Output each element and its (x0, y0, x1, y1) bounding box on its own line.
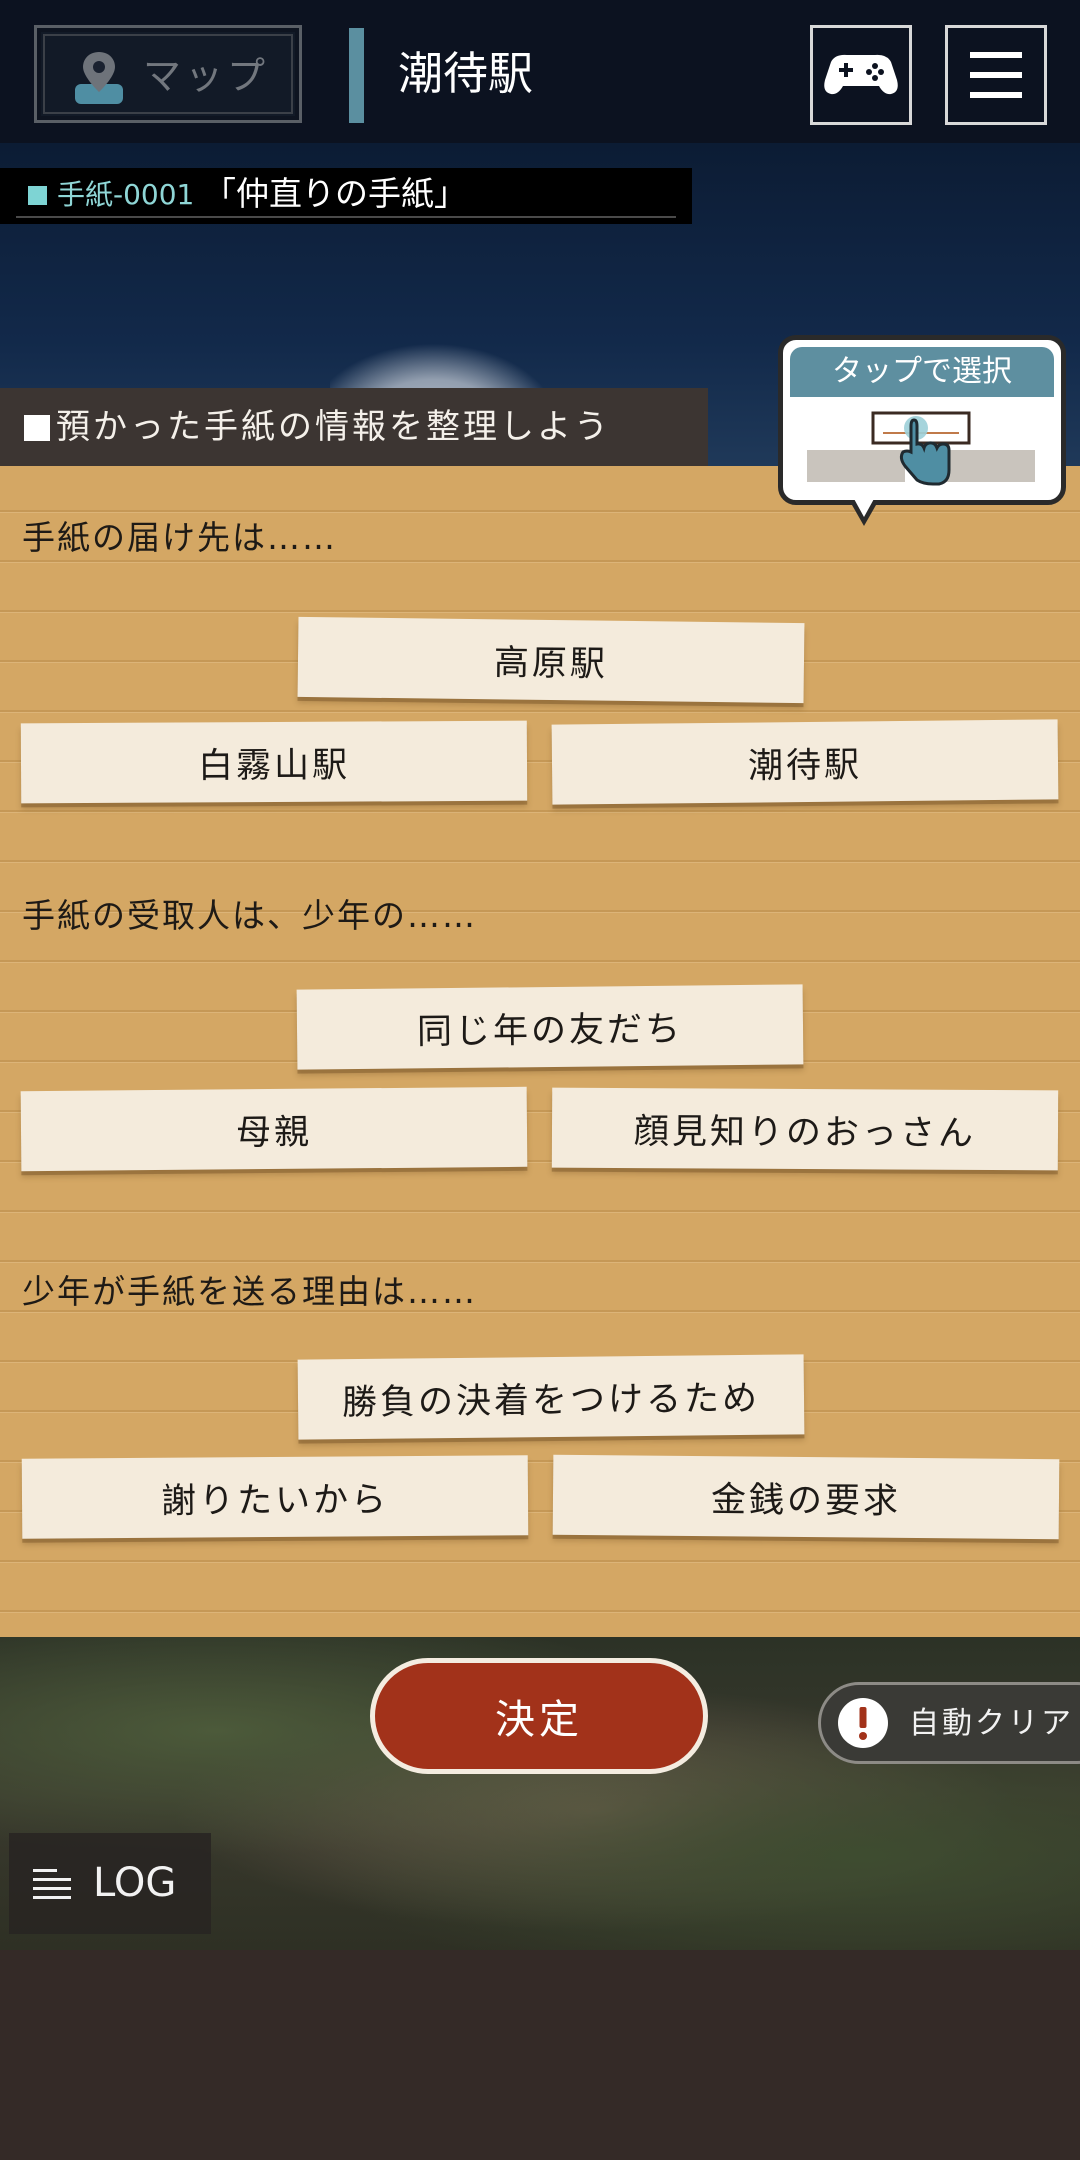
log-button[interactable]: LOG (9, 1833, 211, 1934)
choice-recipient-3[interactable]: 顔見知りのおっさん (551, 1087, 1059, 1171)
question-prompt-recipient: 手紙の受取人は、少年の…… (22, 896, 477, 935)
title-accent-bar (349, 28, 364, 123)
tap-hand-icon (807, 411, 1035, 486)
question-prompt-destination: 手紙の届け先は…… (22, 518, 337, 557)
choice-destination-1[interactable]: 高原駅 (297, 616, 805, 704)
choice-destination-3[interactable]: 潮待駅 (551, 719, 1059, 805)
letter-tag: 手紙-0001 「仲直りの手紙」 (0, 168, 692, 224)
map-button-label: マップ (143, 54, 270, 98)
bottom-empty-area (0, 1950, 1080, 2160)
choice-destination-2[interactable]: 白霧山駅 (20, 720, 528, 804)
map-button[interactable]: マップ (34, 25, 302, 123)
banner-text: 預かった手紙の情報を整理しよう (56, 407, 611, 447)
question-prompt-reason: 少年が手紙を送る理由は…… (22, 1272, 477, 1311)
gamepad-button[interactable] (810, 25, 912, 125)
letter-tag-underline (16, 216, 676, 218)
banner-square-icon (24, 415, 50, 441)
choice-reason-1[interactable]: 勝負の決着をつけるため (297, 1354, 805, 1440)
log-label: LOG (93, 1860, 177, 1906)
menu-button[interactable] (945, 25, 1047, 125)
top-bar: マップ 潮待駅 (0, 0, 1080, 143)
auto-clear-label: 自動クリア (909, 1706, 1074, 1741)
choice-recipient-2[interactable]: 母親 (20, 1086, 528, 1172)
station-title: 潮待駅 (398, 47, 534, 100)
log-lines-icon (33, 1869, 71, 1899)
gamepad-icon (824, 54, 898, 95)
tooltip-tail-fill (853, 497, 875, 517)
choice-recipient-1[interactable]: 同じ年の友だち (296, 984, 804, 1070)
alert-icon (838, 1698, 888, 1748)
tap-to-select-tooltip: タップで選択 (778, 335, 1066, 505)
choice-reason-3[interactable]: 金銭の要求 (552, 1454, 1060, 1540)
map-pin-icon (75, 52, 123, 104)
auto-clear-button[interactable]: 自動クリア (818, 1682, 1080, 1764)
letter-code: 手紙-0001 (57, 178, 195, 211)
letter-name: 「仲直りの手紙」 (203, 174, 467, 213)
choice-reason-2[interactable]: 謝りたいから (21, 1455, 529, 1539)
letter-square-icon (28, 186, 47, 205)
decide-button[interactable]: 決定 (370, 1658, 708, 1774)
hamburger-icon (970, 52, 1022, 98)
section-banner: 預かった手紙の情報を整理しよう (0, 388, 708, 466)
